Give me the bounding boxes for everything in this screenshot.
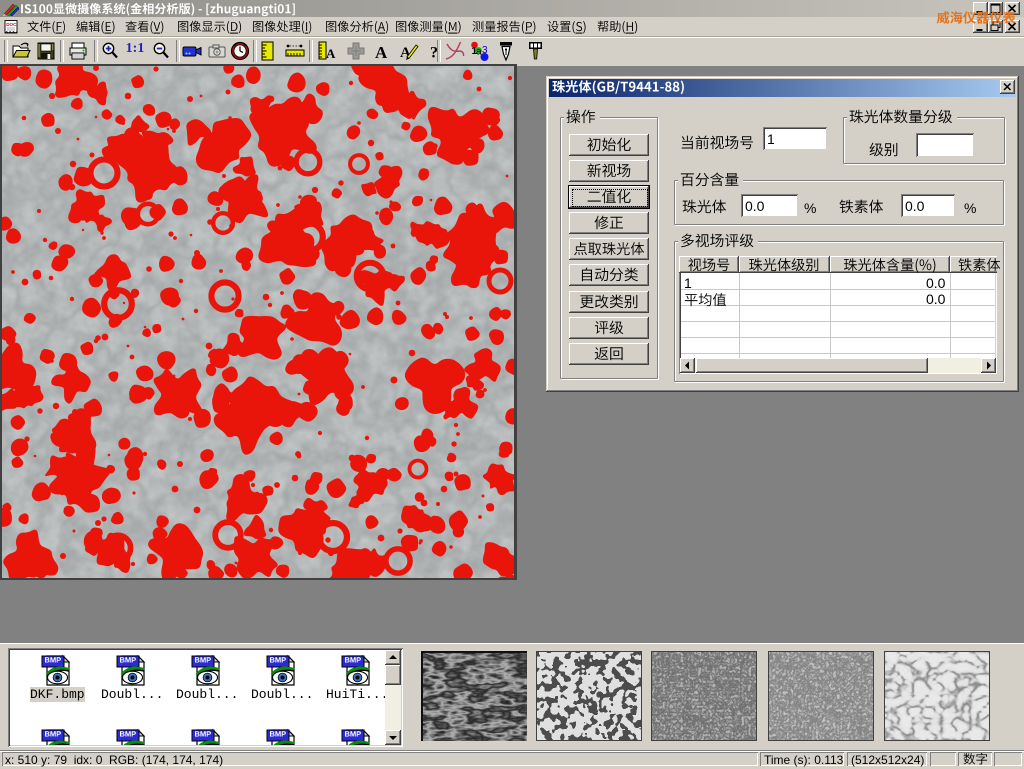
svg-text:A: A — [326, 46, 336, 61]
svg-text:DOC: DOC — [6, 22, 17, 27]
svg-text:A: A — [375, 43, 388, 61]
